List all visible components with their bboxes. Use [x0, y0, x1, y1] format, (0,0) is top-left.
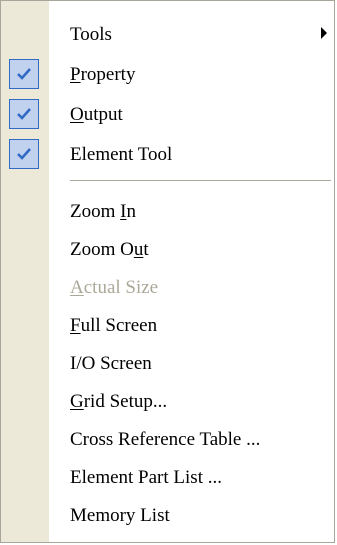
- menu-separator: [70, 180, 331, 181]
- menu-item-label: Zoom In: [70, 200, 136, 222]
- submenu-arrow-icon: [321, 27, 327, 39]
- menu-item-grid-setup[interactable]: Grid Setup...: [1, 381, 334, 421]
- menu-item-label: Grid Setup...: [70, 390, 168, 412]
- menu-item-label: I/O Screen: [70, 352, 152, 374]
- menu-item-property[interactable]: Property: [1, 54, 334, 94]
- menu-item-label: Element Tool: [70, 143, 173, 165]
- checkmark-icon: [9, 59, 39, 89]
- menu-item-actual-size: Actual Size: [1, 267, 334, 307]
- menu-item-label: Element Part List ...: [70, 466, 222, 488]
- menu-item-label: Zoom Out: [70, 238, 149, 260]
- menu-item-label: Actual Size: [70, 276, 159, 298]
- menu-item-io-screen[interactable]: I/O Screen: [1, 343, 334, 383]
- checkmark-icon: [9, 99, 39, 129]
- menu-item-cross-reference-table[interactable]: Cross Reference Table ...: [1, 419, 334, 459]
- menu-item-zoom-out[interactable]: Zoom Out: [1, 229, 334, 269]
- menu-item-label: Tools: [70, 23, 112, 45]
- menu-item-zoom-in[interactable]: Zoom In: [1, 191, 334, 231]
- menu-item-label: Memory List: [70, 504, 170, 526]
- menu-item-output[interactable]: Output: [1, 94, 334, 134]
- menu-item-tools[interactable]: Tools: [1, 14, 334, 54]
- checkmark-icon: [9, 139, 39, 169]
- menu-item-label: Cross Reference Table ...: [70, 428, 261, 450]
- menu-item-full-screen[interactable]: Full Screen: [1, 305, 334, 345]
- menu-item-label: Full Screen: [70, 314, 158, 336]
- menu-item-memory-list[interactable]: Memory List: [1, 495, 334, 535]
- menu-item-label: Output: [70, 103, 123, 125]
- context-menu: Tools Property Output Element Tool Zoom …: [0, 0, 335, 543]
- menu-item-element-part-list[interactable]: Element Part List ...: [1, 457, 334, 497]
- menu-item-element-tool[interactable]: Element Tool: [1, 134, 334, 174]
- menu-item-label: Property: [70, 63, 136, 85]
